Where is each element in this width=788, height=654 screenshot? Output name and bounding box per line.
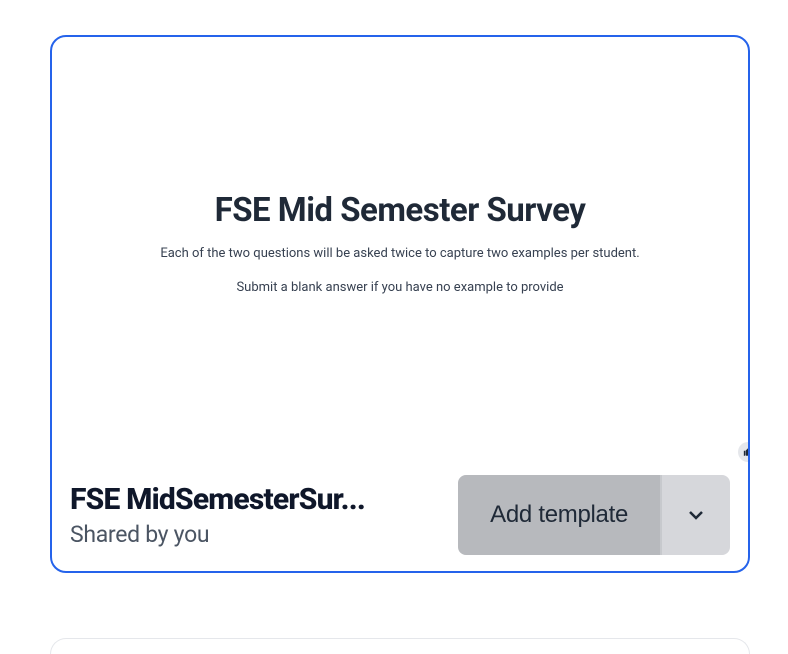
template-name: FSE MidSemesterSur...	[70, 482, 442, 517]
next-card-peek	[50, 638, 750, 654]
footer-text-block: FSE MidSemesterSur... Shared by you	[70, 482, 442, 548]
template-preview: FSE Mid Semester Survey Each of the two …	[52, 37, 748, 465]
thumbs-up-icon	[738, 442, 750, 462]
preview-description-line2: Submit a blank answer if you have no exa…	[236, 278, 563, 298]
template-shared-by: Shared by you	[70, 521, 442, 548]
preview-description-line1: Each of the two questions will be asked …	[160, 244, 639, 264]
template-card[interactable]: FSE Mid Semester Survey Each of the two …	[50, 35, 750, 573]
preview-title: FSE Mid Semester Survey	[215, 191, 586, 230]
add-template-button[interactable]: Add template	[458, 475, 660, 555]
button-group: Add template	[458, 475, 730, 555]
chevron-down-icon	[684, 503, 708, 527]
card-footer: FSE MidSemesterSur... Shared by you Add …	[52, 465, 748, 573]
template-options-dropdown-button[interactable]	[660, 475, 730, 555]
